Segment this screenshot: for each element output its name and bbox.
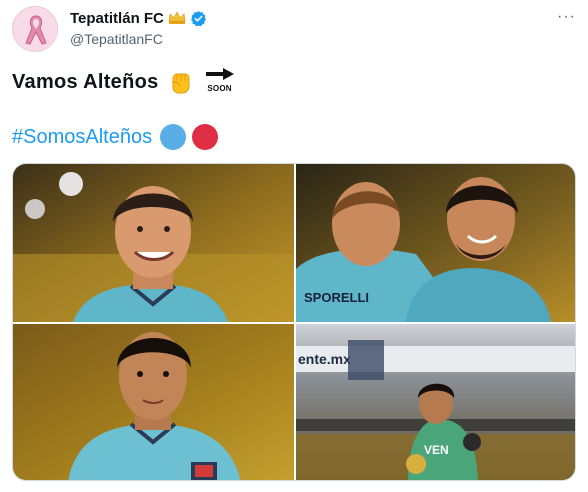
soon-arrow-icon: SOON [203,67,237,97]
display-name[interactable]: Tepatitlán FC [70,10,164,27]
media-grid: SPORELLI ente.mx VEN [12,163,576,481]
blue-circle-icon [160,124,187,150]
pink-ribbon-logo-icon [13,7,57,51]
goalkeeper-photo[interactable]: ente.mx VEN [296,324,575,480]
hashtag-line: #SomosAlteños [12,121,219,153]
stadium-banner-text: ente.mx [298,351,351,367]
goalkeeper-jersey-text: VEN [424,443,449,457]
tweet-text: Vamos Alteños [12,70,159,93]
soon-label: SOON [207,84,232,93]
handle[interactable]: @TepatitlanFC [70,31,207,47]
name-row: Tepatitlán FC [70,8,207,28]
verified-badge-icon [190,10,207,27]
red-circle-icon [192,124,219,150]
hashtag-link[interactable]: #SomosAlteños [12,126,152,149]
tweet-text-line: Vamos Alteños SOON [12,66,237,98]
player-portrait-photo[interactable] [13,324,294,480]
crown-icon [168,11,186,25]
more-options-icon[interactable]: ··· [557,9,576,25]
players-hugging-photo[interactable]: SPORELLI [296,164,575,322]
avatar[interactable] [12,6,58,52]
player-smiling-photo[interactable] [13,164,294,322]
raised-fist-icon [167,69,193,95]
author-names: Tepatitlán FC @TepatitlanFC [70,8,207,47]
jersey-sponsor-text: SPORELLI [304,290,369,305]
tweet-header: Tepatitlán FC @TepatitlanFC ··· [12,6,578,52]
